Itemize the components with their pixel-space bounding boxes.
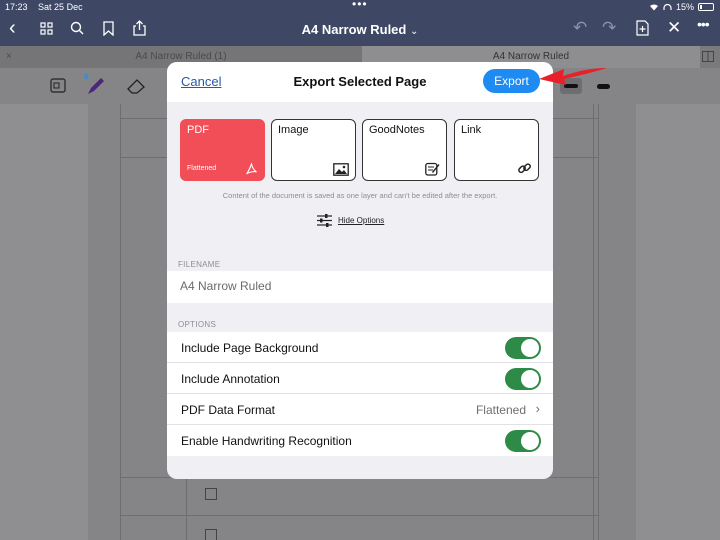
export-dialog: Cancel Export Selected Page Export PDF F… [167,62,553,479]
headphones-icon [663,3,672,10]
format-label: GoodNotes [369,124,425,136]
document-title: A4 Narrow Ruled [301,22,407,37]
multitasking-dots-icon[interactable]: ••• [352,0,368,11]
format-sublabel: Flattened [187,165,217,172]
include-annotation-toggle[interactable] [505,368,541,390]
toggle-knob [521,339,539,357]
handwriting-recognition-toggle[interactable] [505,430,541,452]
format-label: PDF [187,124,209,136]
chevron-right-icon: › [535,401,540,416]
option-label: Include Annotation [181,372,280,386]
sliders-icon [317,214,332,227]
battery-percent: 15% [675,2,694,12]
status-time: 17:23 [5,2,28,12]
link-icon [518,163,531,174]
margin-line [120,104,121,540]
checkbox[interactable] [205,488,217,500]
option-pdf-data-format[interactable]: PDF Data Format Flattened › [167,394,553,425]
options-section-label: OPTIONS [178,320,217,329]
format-option-image[interactable]: Image [271,119,356,181]
filename-input[interactable] [180,279,540,293]
tab-label: A4 Narrow Ruled [492,51,570,62]
format-label: Link [461,124,482,136]
goodnotes-icon [425,162,440,176]
more-icon[interactable]: ••• [697,16,710,32]
option-label: PDF Data Format [181,403,276,417]
eraser-icon[interactable] [126,78,146,94]
checkbox[interactable] [205,529,217,540]
tab-label: A4 Narrow Ruled (1) [135,51,227,62]
toggle-knob [521,370,539,388]
battery-icon [698,3,714,11]
undo-icon[interactable]: ↶ [573,18,587,38]
hide-options-label: Hide Options [338,216,385,225]
image-icon [333,163,349,176]
format-option-link[interactable]: Link [454,119,539,181]
redo-icon[interactable]: ↷ [602,18,616,38]
filename-section-label: FILENAME [178,260,221,269]
option-label: Include Page Background [181,341,319,355]
toggle-knob [521,432,539,450]
export-format-picker: PDF Flattened Image GoodNotes Link [180,119,540,181]
status-bar: 17:23 Sat 25 Dec ••• 15% [0,0,720,14]
export-button[interactable]: Export [483,69,540,93]
format-description: Content of the document is saved as one … [222,191,498,200]
option-include-page-background: Include Page Background [167,332,553,363]
format-option-goodnotes[interactable]: GoodNotes [362,119,447,181]
tab-close-icon[interactable]: × [6,46,12,68]
add-page-icon[interactable] [636,20,649,36]
margin-line [593,104,594,540]
lasso-page-icon[interactable] [50,78,66,93]
filename-row [167,271,553,303]
pdf-icon [246,163,257,175]
format-option-pdf[interactable]: PDF Flattened [180,119,265,181]
dialog-header: Cancel Export Selected Page Export [167,62,553,102]
annotation-arrow-icon [539,68,607,85]
pen-tool-icon[interactable] [86,76,106,96]
margin-line [598,104,599,540]
nav-bar: ‹ A4 Narrow Ruled ⌄ ↶ ↷ ✕ ••• [0,14,720,46]
ruled-line [120,515,598,516]
option-label: Enable Handwriting Recognition [181,434,352,448]
chevron-down-icon: ⌄ [409,26,419,37]
wifi-icon [649,4,658,11]
status-date: Sat 25 Dec [38,2,83,12]
pdf-data-format-value: Flattened [475,403,526,417]
option-include-annotation: Include Annotation [167,363,553,394]
split-view-icon[interactable] [702,51,714,62]
option-enable-handwriting-recognition: Enable Handwriting Recognition [167,425,553,456]
format-label: Image [278,124,309,136]
close-document-icon[interactable]: ✕ [667,18,681,38]
include-page-background-toggle[interactable] [505,337,541,359]
